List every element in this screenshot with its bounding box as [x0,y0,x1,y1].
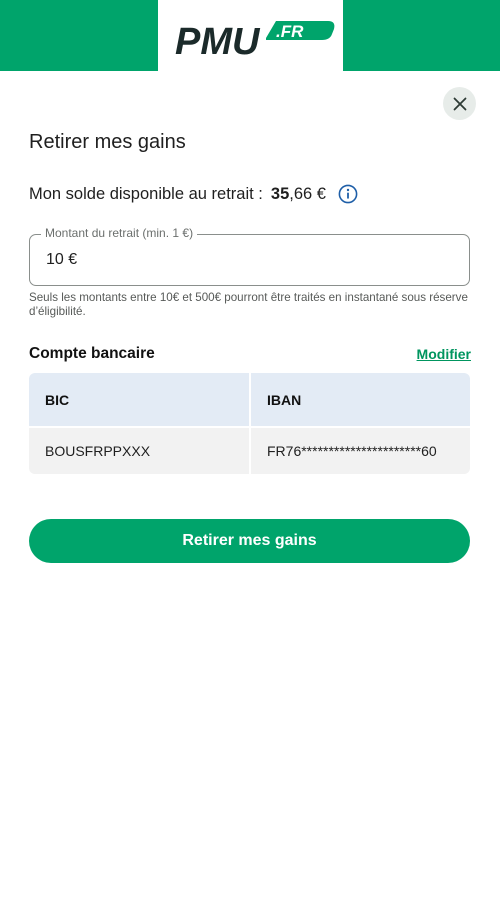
table-cell-iban: FR76**********************60 [251,428,470,474]
pmu-logo[interactable]: PMU .FR [158,0,343,71]
table-header-bic: BIC [29,373,249,426]
balance-label: Mon solde disponible au retrait : [29,184,263,203]
page-title: Retirer mes gains [29,131,186,153]
close-button[interactable] [443,87,476,120]
app-header: PMU .FR [0,0,500,71]
withdraw-winnings-button[interactable]: Retirer mes gains [29,519,470,563]
balance-amount: 35,66 € [271,185,326,204]
table-cell-bic: BOUSFRPPXXX [29,428,249,474]
logo-text: PMU [175,21,261,63]
logo-suffix: .FR [276,22,304,41]
balance-row: Mon solde disponible au retrait : 35,66 … [29,182,358,206]
withdrawal-amount-input[interactable] [46,248,426,272]
withdrawal-amount-label: Montant du retrait (min. 1 €) [41,226,198,240]
close-icon [453,97,466,110]
info-icon[interactable] [338,184,358,204]
withdrawal-helper-text: Seuls les montants entre 10€ et 500€ pou… [29,291,468,318]
balance-amount-decimal: ,66 € [289,184,326,203]
table-header-iban: IBAN [251,373,470,426]
pmu-logo-graphic: PMU .FR [175,21,335,63]
withdrawal-amount-field[interactable]: Montant du retrait (min. 1 €) [29,226,470,286]
balance-amount-integer: 35 [270,184,290,203]
bank-account-title: Compte bancaire [29,345,155,362]
modify-bank-account-link[interactable]: Modifier [417,346,471,362]
bank-account-table: BIC IBAN BOUSFRPPXXX FR76***************… [29,373,470,474]
